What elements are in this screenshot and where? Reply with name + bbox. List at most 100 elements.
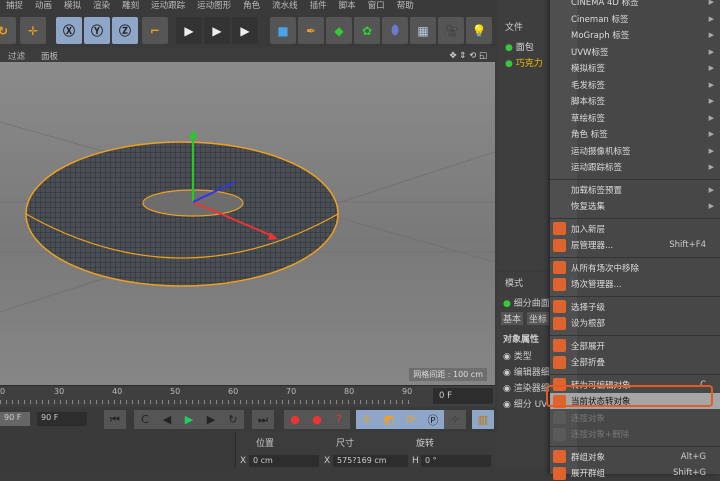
- autokey-button[interactable]: ●: [306, 410, 328, 429]
- next-frame-button[interactable]: ▶: [200, 410, 222, 429]
- render-settings-icon[interactable]: ▶: [232, 17, 258, 44]
- move-tool-icon[interactable]: ✛: [20, 17, 46, 44]
- 3d-viewport[interactable]: 网格间距 : 100 cm: [0, 62, 495, 385]
- menu-12[interactable]: 帮助: [391, 0, 420, 13]
- context-menu-item[interactable]: 加入新层: [550, 221, 720, 237]
- context-menu-item[interactable]: 场次管理器...: [550, 276, 720, 292]
- menu-4[interactable]: 雕刻: [116, 0, 145, 13]
- end-frame-slider[interactable]: 90 F: [0, 412, 30, 426]
- menu-10[interactable]: 脚本: [333, 0, 362, 13]
- context-menu-item[interactable]: 角色 标签 ▶: [550, 126, 720, 142]
- prop-type[interactable]: ◉ 类型: [503, 349, 532, 362]
- context-menu-item[interactable]: 展开群组 Shift+G: [550, 465, 720, 481]
- object-item[interactable]: ● 面包: [505, 40, 534, 53]
- timeline-window-button[interactable]: ▥: [472, 410, 494, 429]
- context-menu-item[interactable]: UVW标签 ▶: [550, 44, 720, 60]
- menu-2[interactable]: 模拟: [58, 0, 87, 13]
- key-pla-button[interactable]: ⁘: [444, 410, 466, 429]
- toolbar: ↻ ✛ Ⓧ Ⓨ Ⓩ ⌐ ▶ ▶ ▶ ■ ✒ ◆ ✿ ⬮ ▦ 🎥 💡: [0, 15, 500, 47]
- context-menu-item[interactable]: 模拟标签 ▶: [550, 60, 720, 76]
- key-scale-button[interactable]: ◩: [378, 410, 400, 429]
- attribute-manager: 模式 ● 细分曲面 基本 坐标 对象属性 ◉ 类型 ◉ 编辑器细分 ◉ 渲染器细…: [497, 272, 559, 467]
- menu-5[interactable]: 运动跟踪: [145, 0, 191, 13]
- context-menu-item[interactable]: 运动跟踪标签 ▶: [550, 159, 720, 175]
- floor-icon[interactable]: ▦: [410, 17, 436, 44]
- context-menu-item[interactable]: 层管理器... Shift+F4: [550, 237, 720, 253]
- object-manager-file-menu[interactable]: 文件: [505, 20, 523, 33]
- previous-key-button[interactable]: C: [134, 410, 156, 429]
- context-menu-item[interactable]: 从所有场次中移除: [550, 260, 720, 276]
- menu-6[interactable]: 运动图形: [191, 0, 237, 13]
- timeline-ruler[interactable]: 0 30 40 50 60 70 80 90: [0, 385, 495, 407]
- context-menu-item[interactable]: 运动摄像机标签 ▶: [550, 143, 720, 159]
- key-parameter-button[interactable]: Ⓟ: [422, 410, 444, 429]
- menu-7[interactable]: 角色: [237, 0, 266, 13]
- position-header: 位置: [256, 439, 275, 449]
- menu-11[interactable]: 窗口: [362, 0, 391, 13]
- rotation-h-field[interactable]: 0 °: [421, 455, 491, 467]
- object-item-selected[interactable]: ● 巧克力: [505, 56, 543, 69]
- menu-item-label: 模拟标签: [571, 64, 606, 74]
- menu-item-icon: [553, 450, 566, 463]
- viewport-menu-panel[interactable]: 面板: [33, 50, 66, 62]
- go-to-start-button[interactable]: ⏮: [104, 410, 126, 429]
- deformer-icon[interactable]: ⬮: [382, 17, 408, 44]
- context-menu-item[interactable]: 选择子级: [550, 299, 720, 315]
- current-frame-field[interactable]: 0 F: [433, 388, 493, 404]
- tab-coordinates[interactable]: 坐标: [527, 312, 550, 325]
- context-menu-item[interactable]: CINEMA 4D 标签 ▶: [550, 0, 720, 10]
- menu-0[interactable]: 捕捉: [0, 0, 29, 13]
- render-view-icon[interactable]: ▶: [176, 17, 202, 44]
- undo-icon[interactable]: ↻: [0, 17, 16, 44]
- key-rotation-button[interactable]: ⟳: [400, 410, 422, 429]
- key-position-button[interactable]: ✛: [356, 410, 378, 429]
- context-menu-item[interactable]: 草绘标签 ▶: [550, 110, 720, 126]
- context-menu-item[interactable]: 脚本标签 ▶: [550, 93, 720, 109]
- menu-3[interactable]: 渲染: [87, 0, 116, 13]
- tab-basic[interactable]: 基本: [501, 312, 524, 325]
- subdivision-surface-icon[interactable]: ◆: [326, 17, 352, 44]
- cloner-icon[interactable]: ✿: [354, 17, 380, 44]
- prop-subdivide-uv[interactable]: ◉ 细分 UV: [503, 397, 547, 410]
- context-menu-item[interactable]: 全部展开: [550, 338, 720, 354]
- keyframe-selection-button[interactable]: ?: [328, 410, 350, 429]
- light-icon[interactable]: 💡: [466, 17, 492, 44]
- menu-1[interactable]: 动画: [29, 0, 58, 13]
- y-axis-lock-button[interactable]: Ⓨ: [84, 17, 110, 44]
- context-menu-item[interactable]: 设为根部: [550, 315, 720, 331]
- submenu-arrow-icon: ▶: [708, 31, 714, 39]
- play-button[interactable]: ▶: [178, 410, 200, 429]
- render-picture-viewer-icon[interactable]: ▶: [204, 17, 230, 44]
- context-menu-item[interactable]: 毛发标签 ▶: [550, 77, 720, 93]
- context-menu-item[interactable]: Cineman 标签 ▶: [550, 11, 720, 27]
- attribute-mode-menu[interactable]: 模式: [505, 276, 523, 289]
- context-menu-item[interactable]: 恢复选集 ▶: [550, 198, 720, 214]
- camera-icon[interactable]: 🎥: [438, 17, 464, 44]
- menu-item-icon: [553, 411, 566, 424]
- viewport-menu-filter[interactable]: 过滤: [0, 50, 33, 62]
- menu-9[interactable]: 插件: [304, 0, 333, 13]
- z-axis-lock-button[interactable]: Ⓩ: [112, 17, 138, 44]
- next-key-button[interactable]: ↻: [222, 410, 244, 429]
- section-title: 对象属性: [503, 335, 540, 345]
- menu-8[interactable]: 流水线: [266, 0, 304, 13]
- record-keys-button[interactable]: ●: [284, 410, 306, 429]
- timeline-tick: 50: [170, 387, 181, 396]
- coordinate-system-icon[interactable]: ⌐: [142, 17, 168, 44]
- menu-item-label: 角色 标签: [571, 130, 608, 140]
- previous-frame-button[interactable]: ◀: [156, 410, 178, 429]
- context-menu-item[interactable]: 群组对象 Alt+G: [550, 449, 720, 465]
- submenu-arrow-icon: ▶: [708, 146, 714, 155]
- cube-icon[interactable]: ■: [270, 17, 296, 44]
- context-menu-item[interactable]: 加载标签预置 ▶: [550, 182, 720, 198]
- position-x-field[interactable]: 0 cm: [249, 455, 319, 467]
- submenu-arrow-icon: ▶: [708, 97, 714, 105]
- go-to-end-button[interactable]: ⏭: [252, 410, 274, 429]
- x-axis-lock-button[interactable]: Ⓧ: [56, 17, 82, 44]
- end-frame-field[interactable]: 90 F: [37, 412, 87, 426]
- size-x-field[interactable]: 575?169 cm: [333, 455, 408, 467]
- viewport-nav-icons[interactable]: ✥ ⇕ ⟲ ◱: [441, 51, 495, 61]
- context-menu-item[interactable]: 全部折叠: [550, 354, 720, 370]
- pen-spline-icon[interactable]: ✒: [298, 17, 324, 44]
- context-menu-item[interactable]: MoGraph 标签 ▶: [550, 27, 720, 43]
